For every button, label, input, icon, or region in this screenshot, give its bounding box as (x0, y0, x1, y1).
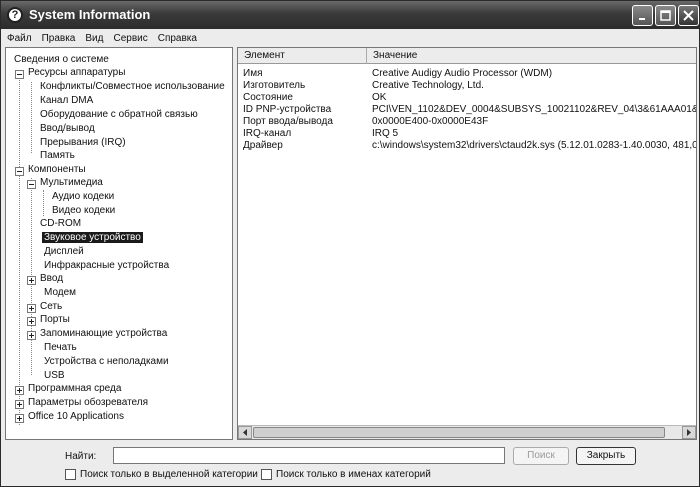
menu-view[interactable]: Вид (85, 33, 103, 44)
menu-tools[interactable]: Сервис (113, 33, 147, 44)
option-category-names[interactable]: Поиск только в именах категорий (261, 469, 431, 480)
tree-item-modem[interactable]: Модем (42, 286, 78, 299)
list-row[interactable]: ID PNP-устройства PCI\VEN_1102&DEV_0004&S… (238, 104, 696, 116)
scrollbar-thumb[interactable] (253, 427, 665, 438)
expand-toggle[interactable] (15, 414, 24, 423)
system-information-window: ? System Information Файл Правка Вид Сер… (0, 0, 700, 487)
list-row[interactable]: Драйвер c:\windows\system32\drivers\ctaud… (238, 140, 696, 152)
list-header: Элемент Значение (238, 48, 696, 64)
tree-item-storage[interactable]: Запоминающие устройства (38, 327, 169, 340)
tree-item-problem-devices[interactable]: Устройства с неполадками (42, 355, 171, 368)
column-header-value[interactable]: Значение (367, 48, 696, 64)
tree-item-dma[interactable]: Канал DMA (38, 94, 95, 107)
title-bar[interactable]: ? System Information (1, 1, 699, 29)
list-row[interactable]: IRQ-канал IRQ 5 (238, 128, 696, 140)
maximize-button[interactable] (655, 5, 676, 26)
list-row[interactable]: Состояние OK (238, 92, 696, 104)
minimize-button[interactable] (632, 5, 653, 26)
tree-item-cdrom[interactable]: CD-ROM (38, 217, 83, 230)
minimize-icon (639, 18, 645, 20)
tree-item-ports[interactable]: Порты (38, 313, 72, 326)
arrow-right-icon (687, 429, 691, 436)
close-find-button[interactable]: Закрыть (576, 447, 636, 465)
arrow-left-icon (243, 429, 247, 436)
menu-help[interactable]: Справка (158, 33, 197, 44)
maximize-icon (660, 10, 671, 21)
find-label: Найти: (65, 451, 97, 462)
expand-toggle[interactable] (15, 400, 24, 409)
tree-item-sound-device[interactable]: Звуковое устройство (42, 231, 143, 244)
close-window-button[interactable] (678, 5, 699, 26)
tree-item-system-summary[interactable]: Сведения о системе (12, 53, 111, 66)
collapse-toggle[interactable] (27, 180, 36, 189)
collapse-toggle[interactable] (15, 167, 24, 176)
close-icon (683, 10, 694, 21)
expand-toggle[interactable] (27, 331, 36, 340)
menu-edit[interactable]: Правка (42, 33, 76, 44)
find-input[interactable] (113, 447, 505, 464)
scroll-right-button[interactable] (682, 426, 696, 439)
menu-bar: Файл Правка Вид Сервис Справка (1, 29, 699, 47)
tree-item-office-apps[interactable]: Office 10 Applications (26, 410, 126, 423)
tree-item-infrared[interactable]: Инфракрасные устройства (42, 259, 171, 272)
tree-item-conflicts[interactable]: Конфликты/Совместное использование (38, 80, 227, 93)
system-info-app-icon: ? (7, 7, 23, 23)
tree-connector (43, 190, 44, 216)
search-button[interactable]: Поиск (513, 447, 569, 465)
checkbox[interactable] (261, 469, 272, 480)
tree-item-usb[interactable]: USB (42, 369, 67, 382)
list-row[interactable]: Имя Creative Audigy Audio Processor (WDM) (238, 68, 696, 80)
tree-item-forced-hardware[interactable]: Оборудование с обратной связью (38, 108, 200, 121)
tree-item-printing[interactable]: Печать (42, 341, 79, 354)
expand-toggle[interactable] (27, 276, 36, 285)
category-tree[interactable]: Сведения о системе Ресурсы аппаратуры Ко… (5, 47, 233, 440)
tree-item-network[interactable]: Сеть (38, 300, 64, 313)
tree-item-display[interactable]: Дисплей (42, 245, 86, 258)
horizontal-scrollbar[interactable] (238, 425, 696, 439)
tree-item-components[interactable]: Компоненты (26, 163, 88, 176)
expand-toggle[interactable] (27, 317, 36, 326)
details-list-view[interactable]: Элемент Значение Имя Creative Audigy Audi… (237, 47, 697, 440)
tree-item-hardware-resources[interactable]: Ресурсы аппаратуры (26, 66, 127, 79)
checkbox[interactable] (65, 469, 76, 480)
window-title: System Information (29, 7, 151, 22)
tree-connector (31, 82, 32, 153)
tree-item-memory[interactable]: Память (38, 149, 77, 162)
expand-toggle[interactable] (27, 304, 36, 313)
tree-item-browser-settings[interactable]: Параметры обозревателя (26, 396, 150, 409)
column-header-item[interactable]: Элемент (238, 48, 367, 64)
scroll-left-button[interactable] (238, 426, 252, 439)
tree-item-irq[interactable]: Прерывания (IRQ) (38, 136, 128, 149)
tree-item-input[interactable]: Ввод (38, 272, 65, 285)
tree-item-multimedia[interactable]: Мультимедиа (38, 176, 105, 189)
list-row[interactable]: Изготовитель Creative Technology, Ltd. (238, 80, 696, 92)
tree-item-io[interactable]: Ввод/вывод (38, 122, 97, 135)
tree-connector (19, 75, 20, 425)
tree-item-software-environment[interactable]: Программная среда (26, 382, 123, 395)
list-row[interactable]: Порт ввода/вывода 0x0000E400-0x0000E43F (238, 116, 696, 128)
menu-file[interactable]: Файл (7, 33, 32, 44)
option-selected-category[interactable]: Поиск только в выделенной категории (65, 469, 258, 480)
tree-item-audio-codecs[interactable]: Аудио кодеки (50, 190, 116, 203)
collapse-toggle[interactable] (15, 70, 24, 79)
expand-toggle[interactable] (15, 386, 24, 395)
tree-item-video-codecs[interactable]: Видео кодеки (50, 204, 117, 217)
